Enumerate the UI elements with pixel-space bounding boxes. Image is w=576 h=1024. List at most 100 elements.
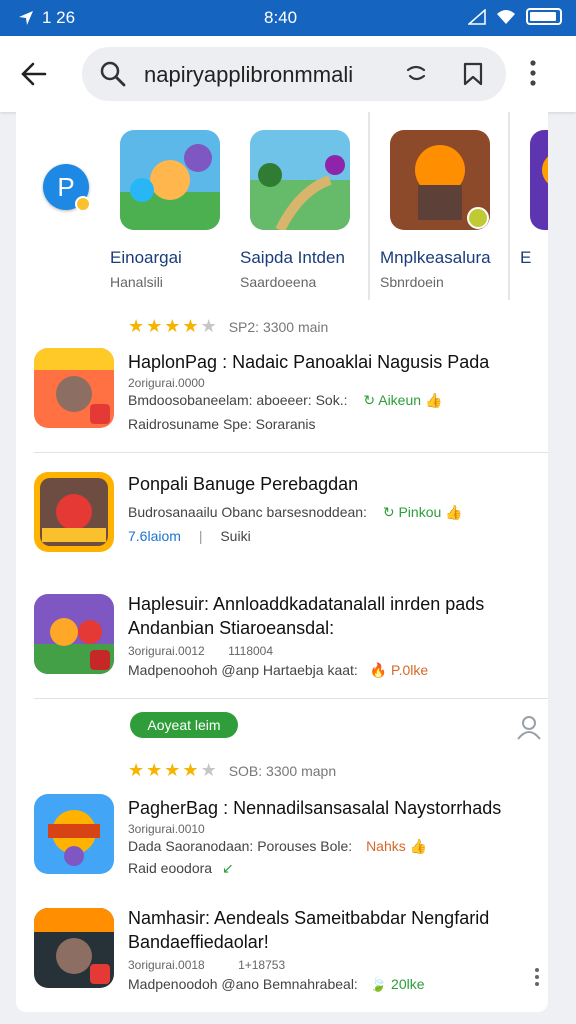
list-item[interactable]: PagherBag : Nennadilsansasalal Naystorrh… <box>16 794 548 894</box>
app-meta-2-text: Raid eoodora <box>128 860 213 876</box>
app-meta-text: Budrosanaailu Obanc barsesnoddean: <box>128 504 367 520</box>
list-item[interactable]: Namhasir: Aendeals Sameitbabdar Nengfari… <box>16 908 548 1008</box>
app-meta: Budrosanaailu Obanc barsesnoddean: ↻ Pin… <box>128 504 463 521</box>
app-meta-text: Dada Saoranodaan: Porouses Bole: <box>128 838 353 854</box>
star-icon: ★ <box>200 316 217 336</box>
star-icon: ★ <box>164 316 181 336</box>
back-arrow-icon[interactable] <box>18 58 50 90</box>
app-title-2: Bandaeffiedaolar! <box>128 932 269 952</box>
game-thumbnail-icon <box>120 130 220 230</box>
search-bar[interactable]: napiryapplibronmmali <box>82 47 506 101</box>
app-size: 7.6laiom <box>128 528 181 544</box>
more-vert-icon[interactable] <box>534 968 540 986</box>
featured-name: Einoargai <box>110 248 182 267</box>
app-title: Namhasir: Aendeals Sameitbabdar Nengfari… <box>128 908 490 928</box>
battery-icon <box>526 8 562 25</box>
game-thumbnail-icon <box>530 130 548 230</box>
rating-text: SP2: 3300 main <box>228 318 329 335</box>
leaf-icon: 🍃 <box>369 976 388 992</box>
app-installs: 1118004 <box>228 644 274 658</box>
more-vert-icon[interactable] <box>530 60 536 86</box>
star-icon: ★ <box>182 760 199 780</box>
star-icon: ★ <box>200 760 217 780</box>
list-item[interactable]: Ponpali Banuge Perebagdan Budrosanaailu … <box>16 472 548 572</box>
tag-pill[interactable]: Aoyeat leim <box>130 712 238 738</box>
featured-item[interactable]: Mnplkeasalura Sbnrdoein <box>380 112 510 300</box>
app-meta-tag: P.0lke <box>391 662 429 678</box>
divider <box>34 452 548 453</box>
rating-text: SOB: 3300 mapn <box>228 762 337 779</box>
status-left: 1 26 <box>18 8 75 28</box>
app-extra: Suiki <box>220 528 251 544</box>
app-meta-tag: Nahks <box>366 838 406 854</box>
featured-name: Saipda Intden <box>240 248 345 267</box>
featured-sub: Saardoeena <box>240 274 317 290</box>
results-card: P Einoargai Hanalsili Saipda Intden Saar… <box>16 112 548 1012</box>
divider <box>508 112 510 300</box>
wifi-icon <box>497 9 515 24</box>
rating-row: ★ ★ ★ ★ ★ SOB: 3300 mapn <box>128 760 336 781</box>
game-thumbnail-icon <box>390 130 490 230</box>
app-title: HaplonPag : Nadaic Panoaklai Nagusis Pad… <box>128 352 490 372</box>
star-icon: ★ <box>182 316 199 336</box>
search-icon[interactable] <box>100 61 126 87</box>
app-meta-text: Bmdoosobaneelam: aboeeer: Sok.: <box>128 392 348 408</box>
star-icon: ★ <box>128 316 145 336</box>
app-version: 3origurai.0012 1118004 <box>128 644 273 658</box>
separator: | <box>198 528 203 544</box>
featured-sub: Sbnrdoein <box>380 274 444 290</box>
thumb-icon: 👍 <box>409 838 428 854</box>
signal-icon <box>468 8 486 25</box>
navigation-arrow-icon <box>19 11 33 25</box>
app-title: Ponpali Banuge Perebagdan <box>128 474 359 494</box>
app-icon <box>34 794 114 874</box>
app-icon <box>34 594 114 674</box>
mic-icon[interactable] <box>404 62 428 86</box>
status-left-text: 1 26 <box>42 8 76 27</box>
person-icon[interactable] <box>516 714 542 740</box>
app-version: 2origurai.0000 <box>128 376 205 390</box>
status-bar: 1 26 8:40 <box>0 0 576 36</box>
featured-item[interactable]: Einoargai Hanalsili <box>110 112 240 300</box>
app-meta: Madpenoohoh @anp Hartaebja kaat: 🔥 P.0lk… <box>128 662 428 679</box>
list-item[interactable]: HaplonPag : Nadaic Panoaklai Nagusis Pad… <box>16 348 548 448</box>
app-meta-tag: 20lke <box>391 976 425 992</box>
featured-item[interactable]: Saipda Intden Saardoeena <box>240 112 370 300</box>
app-title: Haplesuir: Annloaddkadatanalall inrden p… <box>128 594 485 614</box>
list-item[interactable]: Haplesuir: Annloaddkadatanalall inrden p… <box>16 594 548 694</box>
app-icon <box>34 908 114 988</box>
app-version: 3origurai.0018 1+18753 <box>128 958 285 972</box>
app-meta-tag: Pinkou <box>398 504 442 520</box>
status-right <box>468 8 562 25</box>
featured-name: E <box>520 248 532 267</box>
app-icon <box>34 348 114 428</box>
rating-row: ★ ★ ★ ★ ★ SP2: 3300 main <box>128 316 328 337</box>
search-input[interactable]: napiryapplibronmmali <box>144 62 353 88</box>
app-meta-text: Madpenoodoh @ano Bemnahrabeal: <box>128 976 358 992</box>
app-title-2: Andanbian Stiaroeansdal: <box>128 618 335 638</box>
app-version-text: 3origurai.0018 <box>128 958 205 972</box>
status-time: 8:40 <box>264 8 298 27</box>
featured-item[interactable]: E <box>520 112 548 300</box>
flame-icon: 🔥 <box>369 662 388 678</box>
divider <box>34 698 548 699</box>
divider <box>368 112 370 300</box>
star-icon: ★ <box>164 760 181 780</box>
app-meta-2: 7.6laiom | Suiki <box>128 528 251 544</box>
featured-name: Mnplkeasalura <box>380 248 491 267</box>
game-thumbnail-icon <box>250 130 350 230</box>
star-icon: ★ <box>128 760 145 780</box>
app-icon <box>34 472 114 552</box>
app-meta-tag: Aikeun <box>378 392 422 408</box>
app-installs: 1+18753 <box>238 958 286 972</box>
thumb-icon: 👍 <box>445 504 463 520</box>
featured-sub: Hanalsili <box>110 274 163 290</box>
app-version-text: 3origurai.0012 <box>128 644 205 658</box>
app-meta: Dada Saoranodaan: Porouses Bole: Nahks 👍 <box>128 838 427 855</box>
refresh-icon: ↻ <box>363 392 376 408</box>
app-version: 3origurai.0010 <box>128 822 205 836</box>
app-title: PagherBag : Nennadilsansasalal Naystorrh… <box>128 798 502 818</box>
bookmark-icon[interactable] <box>462 62 484 86</box>
star-icon: ★ <box>146 760 163 780</box>
app-meta: Bmdoosobaneelam: aboeeer: Sok.: ↻ Aikeun… <box>128 392 442 409</box>
